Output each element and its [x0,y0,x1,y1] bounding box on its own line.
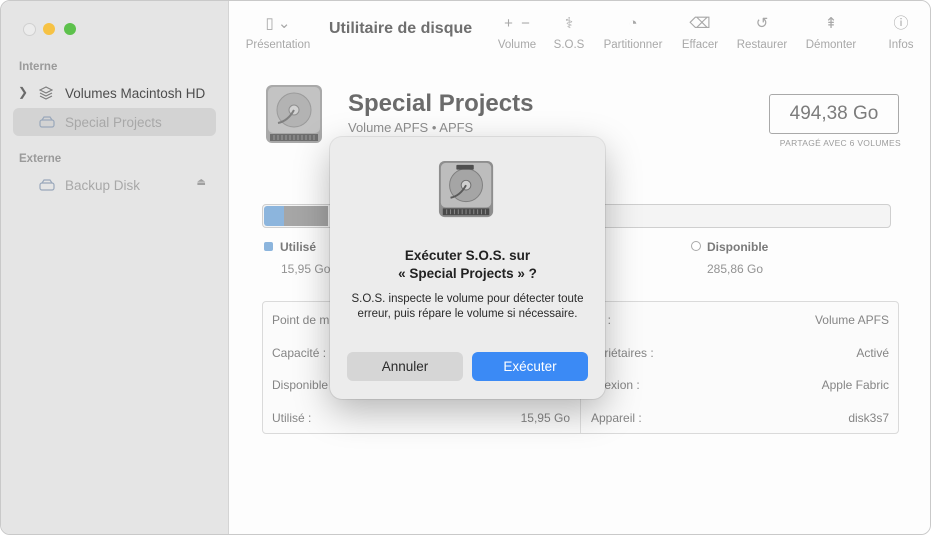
info-right-value: disk3s7 [848,411,889,425]
view-toolbar-button[interactable]: ▯ ⌄ Présentation [243,15,313,51]
app-title: Utilitaire de disque [329,20,473,37]
volume-subtitle: Volume APFS • APFS [348,120,474,135]
plus-minus-icon: + − [504,15,530,32]
run-button[interactable]: Exécuter [472,352,588,381]
free-legend-label: Disponible [707,240,769,254]
info-right-value: Volume APFS [814,313,889,327]
info-left-label: Utilisé : [272,411,312,425]
dialog-title-line1: Exécuter S.O.S. sur [404,248,531,263]
chevron-right-icon[interactable]: ❯ [18,85,28,99]
dialog-message: S.O.S. inspecte le volume pour détecter … [351,293,584,320]
restore-arrow-icon: ↺ [755,15,769,32]
sidebar-item-label: Special Projects [65,114,162,130]
unmount-toolbar-button[interactable]: ⇞ Démonter [801,15,861,51]
hard-drive-icon [437,159,497,221]
pie-chart-icon: ◔ [628,15,638,32]
sidebar: Interne ❯ Volumes Macintosh HD Special P… [1,1,229,534]
info-left-label: Capacité : [272,346,327,360]
volume-toolbar-button[interactable]: + − Volume [497,15,537,51]
info-icon: ⓘ [893,15,909,32]
info-right-label: Appareil : [591,411,642,425]
info-left-value: 15,95 Go [520,411,570,425]
cancel-button[interactable]: Annuler [347,352,463,381]
usage-bar-other [284,206,328,226]
hard-drive-icon [264,83,326,147]
stethoscope-icon: ⚕ [564,15,574,32]
layers-icon [38,86,54,100]
volume-icon [39,115,55,129]
used-legend-label: Utilisé [280,240,317,254]
used-legend-swatch [264,242,273,251]
volume-title: Special Projects [348,90,534,117]
sidebar-toggle-icon: ▯ ⌄ [265,15,291,32]
dialog-title-line2: « Special Projects » ? [398,266,537,281]
sidebar-item-label: Volumes Macintosh HD [65,85,206,101]
erase-toolbar-button[interactable]: ⌫ Effacer [677,15,723,51]
capacity-shared-note: PARTAGÉ AVEC 6 VOLUMES [779,138,901,148]
section-internal-label: Interne [19,61,58,73]
usage-bar-used [264,206,284,226]
dialog-title: Exécuter S.O.S. sur « Special Projects »… [330,247,605,283]
partition-toolbar-button[interactable]: ◔ Partitionner [599,15,667,51]
info-right-value: Activé [856,346,889,360]
section-external-label: Externe [19,153,62,165]
unmount-icon: ⇞ [824,15,838,32]
sidebar-item-label: Backup Disk [65,177,141,193]
sidebar-item-backup-disk[interactable]: Backup Disk ⏏ [13,171,216,199]
external-disk-icon [39,178,55,192]
restore-toolbar-button[interactable]: ↺ Restaurer [733,15,791,51]
zoom-window-button[interactable] [64,23,76,35]
capacity-box: 494,38 Go [769,94,899,134]
info-right-value: Apple Fabric [821,378,889,392]
sos-confirm-dialog: Exécuter S.O.S. sur « Special Projects »… [330,137,605,399]
sidebar-item-special-projects[interactable]: Special Projects [13,108,216,136]
info-left-label: Disponible [272,378,329,392]
eraser-icon: ⌫ [689,15,711,32]
minimize-window-button[interactable] [43,23,55,35]
eject-icon[interactable]: ⏏ [197,177,206,188]
sidebar-item-macintosh-hd[interactable]: ❯ Volumes Macintosh HD [13,79,216,107]
used-legend-value: 15,95 Go [281,262,331,276]
info-toolbar-button[interactable]: ⓘ Infos [883,15,919,51]
disk-utility-window: Interne ❯ Volumes Macintosh HD Special P… [0,0,931,535]
sos-toolbar-button[interactable]: ⚕ S.O.S [551,15,587,51]
free-legend-swatch [691,241,701,251]
close-window-button[interactable] [23,23,36,36]
info-left-label: Point de m [272,313,330,327]
free-legend-value: 285,86 Go [707,262,764,276]
